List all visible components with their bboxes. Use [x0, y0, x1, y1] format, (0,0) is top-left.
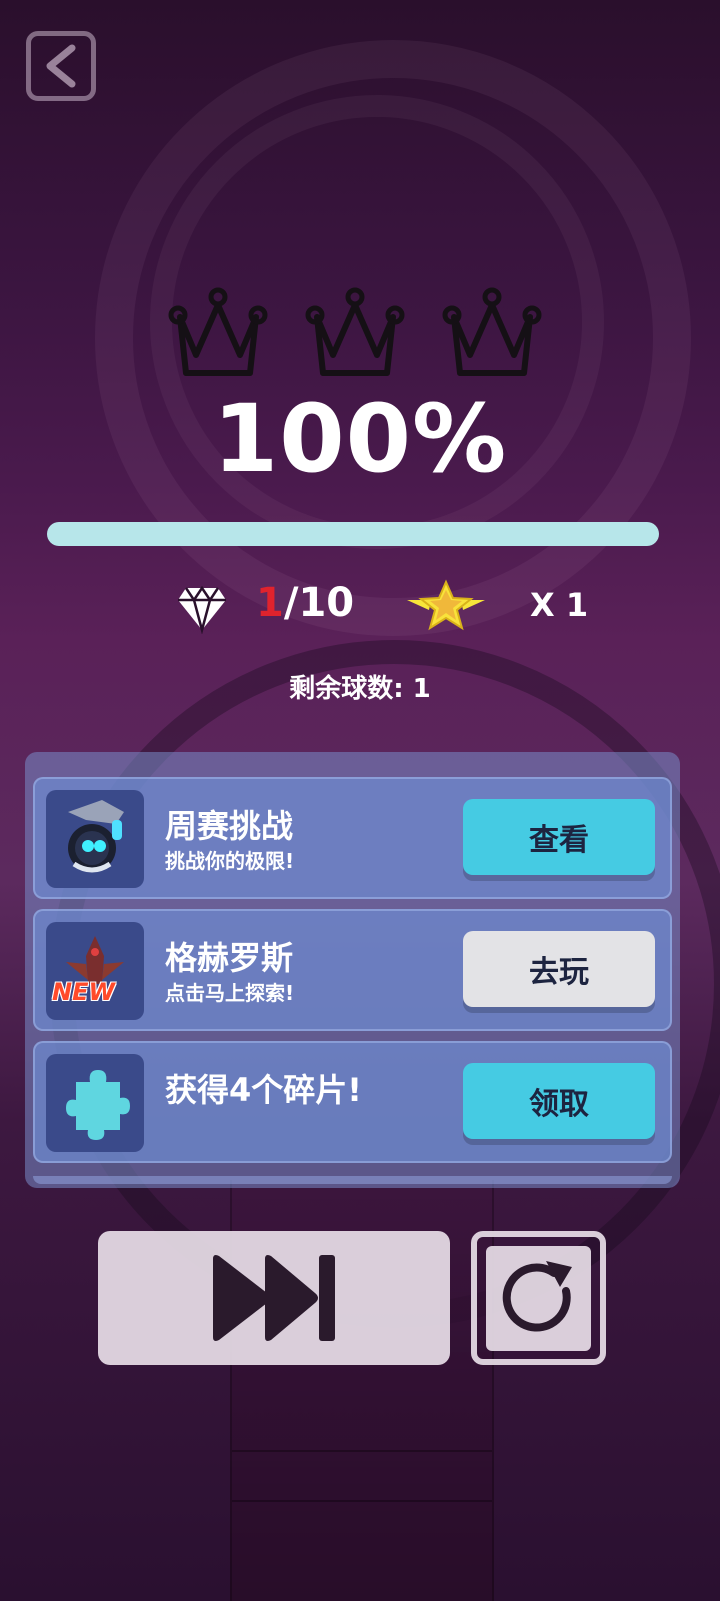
- crown-icon: [442, 287, 542, 376]
- task-title: 周赛挑战: [165, 807, 294, 845]
- claim-button[interactable]: 领取: [463, 1063, 655, 1139]
- tasks-panel: 周赛挑战 挑战你的极限! 查看 NEW 格赫罗斯 点击马上探索! 去玩 获得4个…: [25, 752, 680, 1188]
- play-button[interactable]: 去玩: [463, 931, 655, 1007]
- refresh-icon: [502, 1261, 572, 1332]
- progress-bar: [47, 522, 659, 546]
- task-title: 获得4个碎片!: [165, 1071, 362, 1109]
- star-multiplier: X 1: [530, 586, 589, 624]
- task-row-new-level: NEW 格赫罗斯 点击马上探索! 去玩: [33, 909, 672, 1031]
- task-subtitle: 点击马上探索!: [165, 981, 295, 1005]
- stats-row: 1/10 X 1: [0, 570, 720, 640]
- next-level-button[interactable]: [98, 1231, 450, 1365]
- crown-icon: [305, 287, 405, 376]
- gem-total: /10: [283, 580, 355, 626]
- winged-star-icon: [407, 579, 485, 631]
- crown-icon: [168, 287, 268, 376]
- fast-forward-icon: [213, 1255, 335, 1341]
- gem-current: 1: [256, 580, 284, 626]
- back-button[interactable]: [26, 31, 96, 101]
- view-button[interactable]: 查看: [463, 799, 655, 875]
- task-subtitle: 挑战你的极限!: [165, 849, 295, 873]
- gem-counter: 1/10: [256, 580, 354, 626]
- crown-rating: [160, 285, 550, 385]
- task-row-fragments: 获得4个碎片! 领取: [33, 1041, 672, 1163]
- puzzle-piece-icon: [46, 1054, 144, 1152]
- panel-footer: [33, 1176, 672, 1184]
- balls-remaining: 剩余球数: 1: [289, 674, 431, 704]
- new-level-icon: NEW: [46, 922, 144, 1020]
- completion-percent: 100%: [212, 385, 508, 494]
- task-row-weekly: 周赛挑战 挑战你的极限! 查看: [33, 777, 672, 899]
- chevron-left-icon: [46, 44, 76, 88]
- task-title: 格赫罗斯: [165, 939, 294, 977]
- replay-button-face: [486, 1245, 591, 1351]
- progress-fill: [47, 522, 659, 546]
- robot-ball-icon: [46, 790, 144, 888]
- diamond-icon: [178, 585, 226, 634]
- new-badge: NEW: [52, 978, 115, 1006]
- replay-button[interactable]: [471, 1231, 606, 1365]
